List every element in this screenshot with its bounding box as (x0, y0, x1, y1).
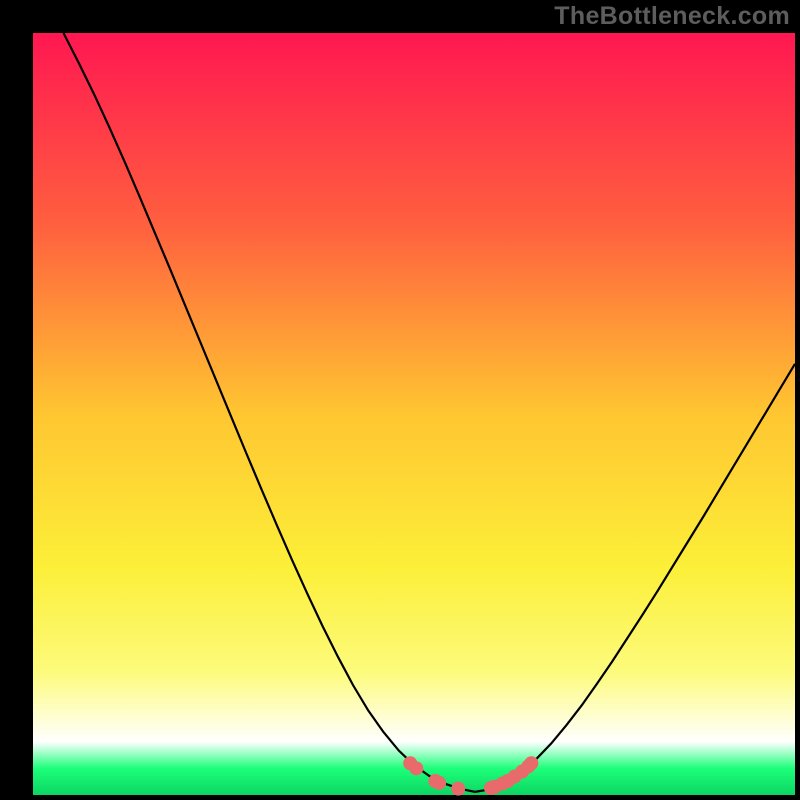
highlight-marker (432, 776, 446, 790)
highlight-marker (524, 756, 538, 770)
highlight-marker (451, 782, 465, 796)
chart-frame: { "watermark": "TheBottleneck.com", "col… (0, 0, 800, 800)
bottleneck-chart (0, 0, 800, 800)
watermark-text: TheBottleneck.com (554, 2, 790, 31)
highlight-marker (409, 761, 423, 775)
plot-background-gradient (33, 33, 795, 795)
